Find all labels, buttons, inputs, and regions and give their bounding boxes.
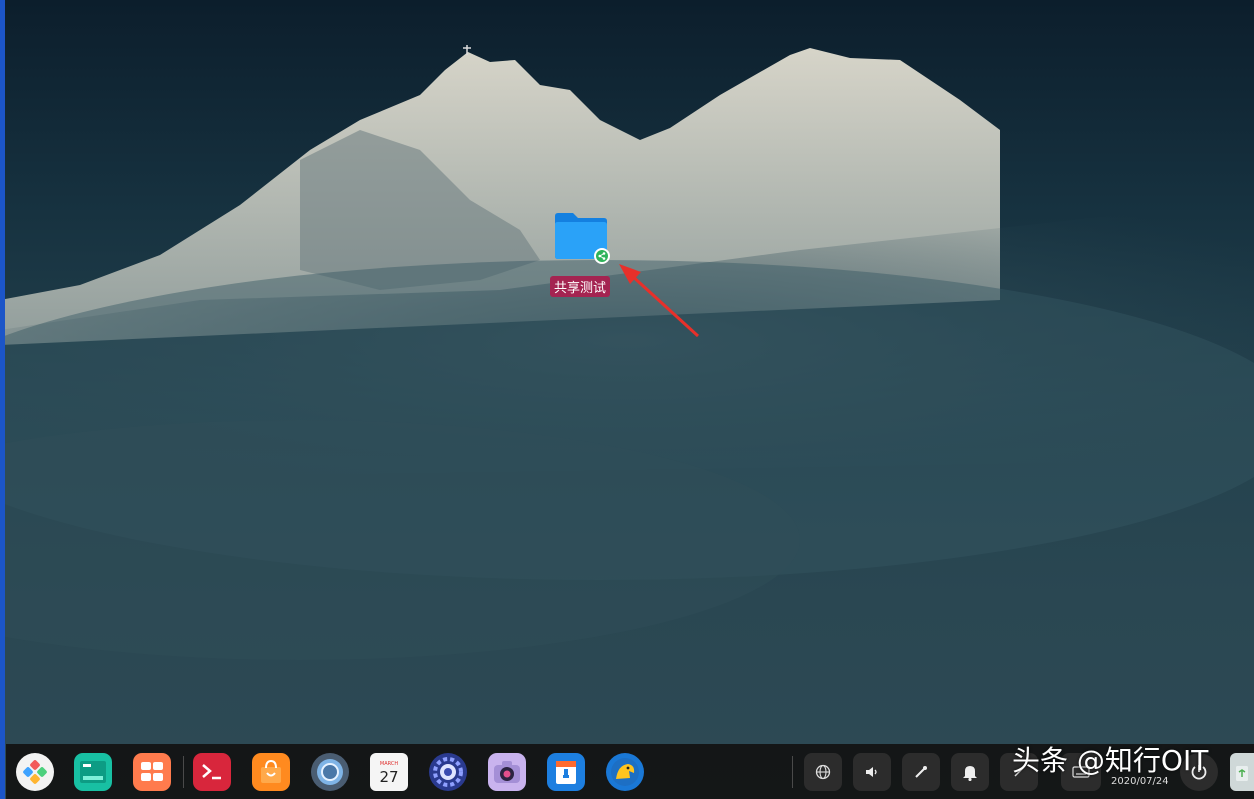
file-manager-icon[interactable]	[74, 753, 112, 791]
calendar-day: 27	[379, 768, 398, 786]
app-store-icon[interactable]	[252, 753, 290, 791]
notification-bell-icon[interactable]	[951, 753, 989, 791]
watermark-text: 头条 @知行OIT	[1012, 744, 1209, 777]
desktop-icon-shared-folder[interactable]: 共享测试	[548, 210, 616, 300]
dock-separator	[792, 756, 793, 788]
game-icon[interactable]	[606, 753, 644, 791]
dock-separator	[183, 756, 184, 788]
desktop-icon-label: 共享测试	[550, 276, 611, 297]
trash-icon[interactable]	[1230, 753, 1254, 791]
volume-icon[interactable]	[853, 753, 891, 791]
terminal-icon[interactable]	[193, 753, 231, 791]
camera-icon[interactable]	[488, 753, 526, 791]
calendar-month: MARCH	[380, 761, 398, 767]
window-left-edge	[0, 0, 5, 799]
browser-icon[interactable]	[311, 753, 349, 791]
wallpaper-mountain-image	[0, 45, 1254, 660]
brightness-icon[interactable]	[902, 753, 940, 791]
settings-icon[interactable]	[429, 753, 467, 791]
calendar-icon[interactable]: MARCH 27	[370, 753, 408, 791]
archive-manager-icon[interactable]	[547, 753, 585, 791]
network-icon[interactable]	[804, 753, 842, 791]
desktop-wallpaper	[0, 0, 1254, 799]
launcher-icon[interactable]	[16, 753, 54, 791]
multitask-view-icon[interactable]	[133, 753, 171, 791]
share-badge-icon	[594, 248, 610, 264]
